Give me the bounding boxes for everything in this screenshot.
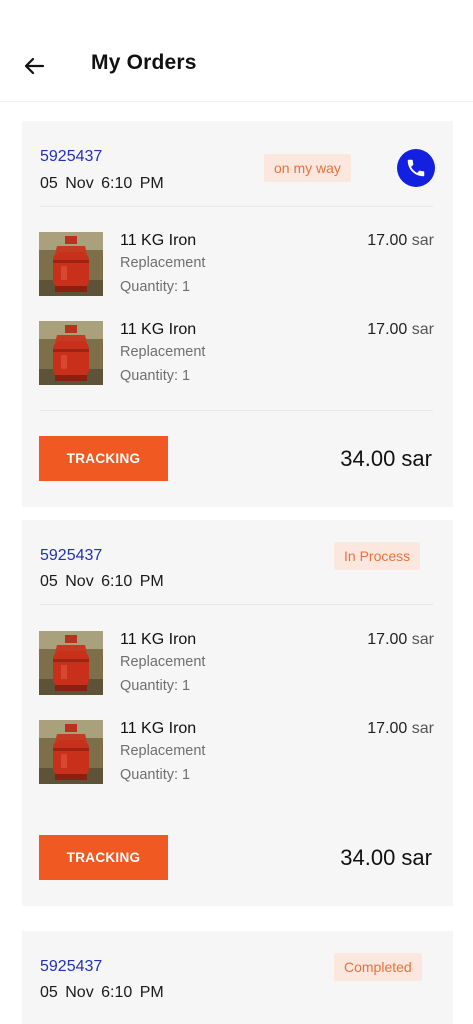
item-quantity: Quantity: 1 [120, 678, 191, 694]
price-currency: sar [411, 232, 434, 249]
order-item[interactable]: 11 KG Iron Replacement Quantity: 1 17.00… [39, 321, 434, 387]
price-currency: sar [411, 631, 434, 648]
gas-cylinder-image [39, 720, 103, 784]
item-price: 17.00 sar [367, 720, 434, 738]
order-id[interactable]: 5925437 [40, 958, 102, 976]
order-total: 34.00 sar [340, 446, 432, 471]
item-name: 11 KG Iron [120, 321, 197, 338]
item-quantity: Quantity: 1 [120, 279, 191, 295]
status-badge: Completed [334, 953, 422, 981]
item-quantity: Quantity: 1 [120, 767, 191, 783]
order-id[interactable]: 5925437 [40, 547, 102, 565]
item-quantity: Quantity: 1 [120, 368, 191, 384]
item-name: 11 KG Iron [120, 631, 197, 648]
phone-icon [407, 159, 425, 177]
price-value: 17.00 [367, 232, 408, 249]
tracking-button[interactable]: TRACKING [39, 436, 168, 481]
order-total: 34.00 sar [340, 845, 432, 870]
order-date: 05 Nov 6:10 PM [40, 573, 164, 590]
arrow-left-icon[interactable] [22, 54, 46, 78]
gas-cylinder-image [39, 321, 103, 385]
tracking-button[interactable]: TRACKING [39, 835, 168, 880]
item-price: 17.00 sar [367, 232, 434, 250]
app-bar: My Orders [0, 0, 473, 102]
order-item[interactable]: 11 KG Iron Replacement Quantity: 1 17.00… [39, 232, 434, 298]
price-currency: sar [411, 720, 434, 737]
divider [40, 604, 433, 605]
order-item[interactable]: 11 KG Iron Replacement Quantity: 1 17.00… [39, 720, 434, 786]
status-badge: In Process [334, 542, 421, 570]
item-name: 11 KG Iron [120, 720, 197, 737]
price-value: 17.00 [367, 720, 408, 737]
order-card[interactable]: 5925437 05 Nov 6:10 PM In Process 11 KG … [22, 520, 453, 906]
item-type: Replacement [120, 255, 206, 271]
page-title: My Orders [91, 51, 197, 74]
price-value: 17.00 [367, 321, 408, 338]
item-type: Replacement [120, 654, 206, 670]
item-price: 17.00 sar [367, 321, 434, 339]
item-name: 11 KG Iron [120, 232, 197, 249]
order-card[interactable]: 5925437 05 Nov 6:10 PM on my way 11 KG I… [22, 121, 453, 507]
order-item[interactable]: 11 KG Iron Replacement Quantity: 1 17.00… [39, 631, 434, 697]
gas-cylinder-image [39, 232, 103, 296]
item-price: 17.00 sar [367, 631, 434, 649]
price-value: 17.00 [367, 631, 408, 648]
item-type: Replacement [120, 743, 206, 759]
call-button[interactable] [397, 149, 435, 187]
price-currency: sar [411, 321, 434, 338]
order-id[interactable]: 5925437 [40, 148, 102, 166]
order-date: 05 Nov 6:10 PM [40, 175, 164, 192]
divider [40, 410, 433, 411]
gas-cylinder-image [39, 631, 103, 695]
order-card[interactable]: 5925437 05 Nov 6:10 PM Completed [22, 931, 453, 1024]
status-badge: on my way [264, 154, 351, 182]
order-date: 05 Nov 6:10 PM [40, 984, 164, 1001]
item-type: Replacement [120, 344, 206, 360]
divider [40, 206, 433, 207]
